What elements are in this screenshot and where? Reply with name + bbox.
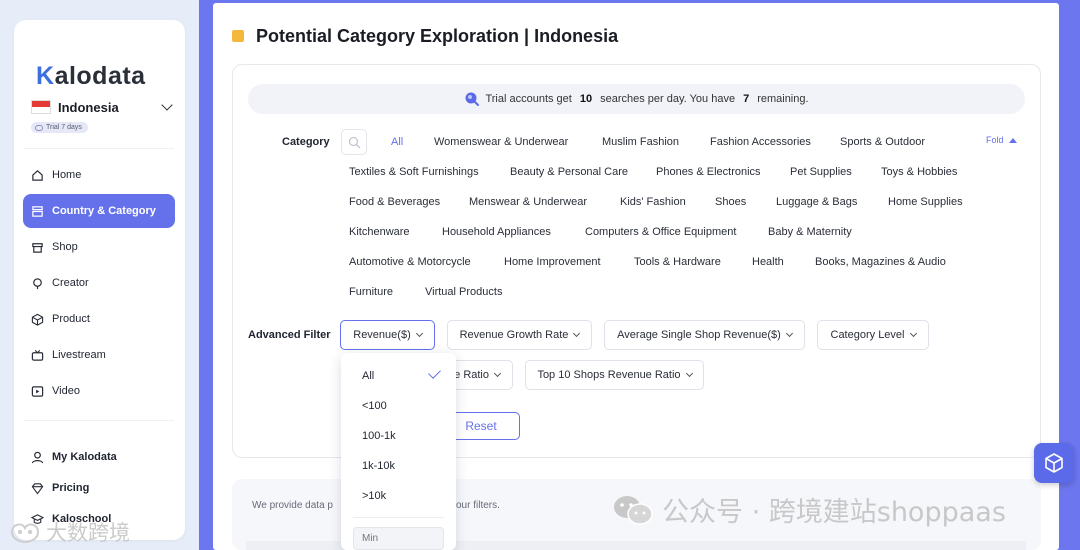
category-toys[interactable]: Toys & Hobbies — [881, 166, 957, 178]
results-hint-text: We provide data p — [252, 500, 333, 511]
dropdown-option-all[interactable]: All — [362, 370, 374, 382]
sidebar-item-country-category[interactable]: Country & Category — [23, 194, 175, 228]
sidebar-item-product[interactable]: Product — [23, 302, 175, 336]
dropdown-divider — [353, 517, 444, 518]
category-health[interactable]: Health — [752, 256, 784, 268]
chevron-down-icon — [685, 369, 693, 378]
chevron-down-icon — [909, 329, 917, 338]
category-computers[interactable]: Computers & Office Equipment — [585, 226, 736, 238]
chevron-down-icon — [415, 329, 423, 338]
sidebar-item-video[interactable]: Video — [23, 374, 175, 408]
advanced-filter-label: Advanced Filter — [248, 329, 331, 341]
chevron-down-icon — [493, 369, 502, 378]
creator-icon — [33, 277, 42, 289]
category-virtual-products[interactable]: Virtual Products — [425, 286, 502, 298]
sidebar-item-pricing[interactable]: Pricing — [23, 471, 175, 505]
trial-icon — [35, 124, 43, 131]
dropdown-option-gt10k[interactable]: >10k — [362, 490, 386, 502]
category-books[interactable]: Books, Magazines & Audio — [815, 256, 946, 268]
category-search-button[interactable] — [341, 129, 367, 155]
sidebar: Kalodata Indonesia Trial 7 days Home Cou… — [14, 20, 185, 540]
category-icon — [32, 205, 43, 217]
chevron-down-icon — [161, 99, 173, 111]
product-icon — [31, 313, 44, 326]
category-muslim-fashion[interactable]: Muslim Fashion — [602, 136, 679, 148]
category-baby[interactable]: Baby & Maternity — [768, 226, 852, 238]
page-title: Potential Category Exploration | Indones… — [256, 26, 619, 46]
category-menswear[interactable]: Menswear & Underwear — [469, 196, 587, 208]
category-kids-fashion[interactable]: Kids' Fashion — [620, 196, 686, 208]
avg-shop-revenue-filter-button[interactable]: Average Single Shop Revenue($) — [604, 320, 805, 350]
revenue-growth-filter-button[interactable]: Revenue Growth Rate — [447, 320, 592, 350]
sidebar-item-livestream[interactable]: Livestream — [23, 338, 175, 372]
category-home-improvement[interactable]: Home Improvement — [504, 256, 601, 268]
home-icon — [32, 169, 43, 181]
category-food[interactable]: Food & Beverages — [349, 196, 440, 208]
category-phones[interactable]: Phones & Electronics — [656, 166, 761, 178]
results-hint-text-end: our filters. — [456, 500, 500, 511]
user-icon — [31, 451, 44, 463]
top10-shops-ratio-filter-button[interactable]: Top 10 Shops Revenue Ratio — [525, 360, 704, 390]
brand-watermark: 大数跨境 — [8, 517, 130, 547]
category-textiles[interactable]: Textiles & Soft Furnishings — [349, 166, 479, 178]
category-furniture[interactable]: Furniture — [349, 286, 393, 298]
country-selector[interactable]: Indonesia — [31, 98, 173, 116]
trial-notice: Trial accounts get 10 searches per day. … — [248, 84, 1025, 114]
wechat-icon — [614, 495, 653, 525]
search-icon — [348, 136, 360, 148]
search-info-icon — [465, 92, 480, 106]
livestream-icon — [31, 349, 44, 361]
cube-icon — [1045, 453, 1063, 473]
sidebar-divider — [24, 148, 174, 149]
category-shoes[interactable]: Shoes — [715, 196, 746, 208]
category-label: Category — [282, 136, 330, 148]
caret-up-icon — [1008, 137, 1017, 143]
category-fashion-accessories[interactable]: Fashion Accessories — [710, 136, 811, 148]
diamond-icon — [31, 482, 44, 495]
chevron-down-icon — [785, 329, 793, 338]
trial-badge: Trial 7 days — [31, 122, 88, 133]
category-sports-outdoor[interactable]: Sports & Outdoor — [840, 136, 925, 148]
category-kitchenware[interactable]: Kitchenware — [349, 226, 410, 238]
watermark-logo-icon — [10, 523, 40, 544]
video-icon — [31, 385, 44, 397]
category-household-appliances[interactable]: Household Appliances — [442, 226, 551, 238]
sidebar-item-my-kalodata[interactable]: My Kalodata — [23, 440, 175, 474]
revenue-filter-button[interactable]: Revenue($) — [340, 320, 435, 350]
title-marker — [232, 30, 244, 42]
category-pet-supplies[interactable]: Pet Supplies — [790, 166, 852, 178]
category-automotive[interactable]: Automotive & Motorcycle — [349, 256, 471, 268]
category-luggage[interactable]: Luggage & Bags — [776, 196, 857, 208]
category-tools[interactable]: Tools & Hardware — [634, 256, 721, 268]
check-icon — [428, 366, 441, 379]
dropdown-option-1k-10k[interactable]: 1k-10k — [362, 460, 395, 472]
floating-help-button[interactable] — [1034, 443, 1074, 483]
sidebar-item-shop[interactable]: Shop — [23, 230, 175, 264]
chevron-down-icon — [573, 329, 581, 338]
dropdown-option-100-1k[interactable]: 100-1k — [362, 430, 396, 442]
category-level-filter-button[interactable]: Category Level — [817, 320, 929, 350]
wechat-watermark: 公众号 · 跨境建站shoppaas — [612, 490, 1006, 529]
category-beauty[interactable]: Beauty & Personal Care — [510, 166, 628, 178]
min-revenue-input[interactable] — [353, 527, 444, 550]
indonesia-flag-icon — [31, 100, 51, 114]
category-home-supplies[interactable]: Home Supplies — [888, 196, 963, 208]
category-womenswear[interactable]: Womenswear & Underwear — [434, 136, 568, 148]
kalodata-logo[interactable]: Kalodata — [36, 62, 146, 91]
revenue-dropdown: All <100 100-1k 1k-10k >10k — [341, 353, 456, 550]
country-name: Indonesia — [58, 99, 119, 115]
fold-toggle[interactable]: Fold — [986, 135, 1017, 145]
sidebar-divider — [24, 420, 174, 421]
dropdown-option-lt100[interactable]: <100 — [362, 400, 387, 412]
sidebar-item-home[interactable]: Home — [23, 158, 175, 192]
sidebar-item-creator[interactable]: Creator — [23, 266, 175, 300]
shop-icon — [32, 242, 43, 253]
category-all[interactable]: All — [391, 136, 403, 148]
